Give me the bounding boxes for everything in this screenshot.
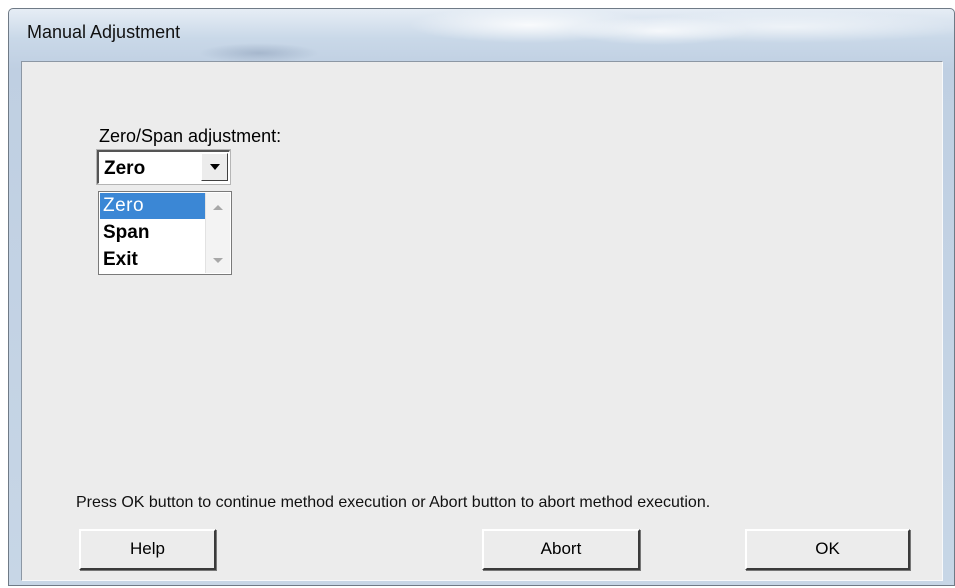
ok-button[interactable]: OK — [745, 529, 910, 570]
dropdown-option-span[interactable]: Span — [100, 220, 205, 246]
window-title: Manual Adjustment — [27, 22, 181, 42]
abort-button[interactable]: Abort — [482, 529, 640, 570]
combobox-dropdown-button[interactable] — [201, 153, 228, 181]
dropdown-option-exit[interactable]: Exit — [100, 247, 205, 273]
chevron-down-icon — [210, 164, 220, 170]
help-button[interactable]: Help — [79, 529, 216, 570]
adjustment-dropdown-list[interactable]: Zero Span Exit — [98, 191, 232, 275]
instruction-message: Press OK button to continue method execu… — [76, 494, 711, 511]
dropdown-option-zero[interactable]: Zero — [100, 193, 205, 219]
dropdown-scrollbar[interactable] — [205, 193, 230, 273]
combobox-value: Zero — [104, 158, 146, 179]
adjustment-label: Zero/Span adjustment: — [99, 126, 282, 146]
dialog-window: Manual Adjustment Zero/Span adjustment: … — [8, 8, 955, 586]
scroll-up-icon[interactable] — [213, 205, 223, 210]
dialog-body: Zero/Span adjustment: Zero Zero Span Exi… — [21, 61, 943, 581]
adjustment-combobox[interactable]: Zero — [97, 150, 230, 184]
scroll-down-icon[interactable] — [213, 258, 223, 263]
